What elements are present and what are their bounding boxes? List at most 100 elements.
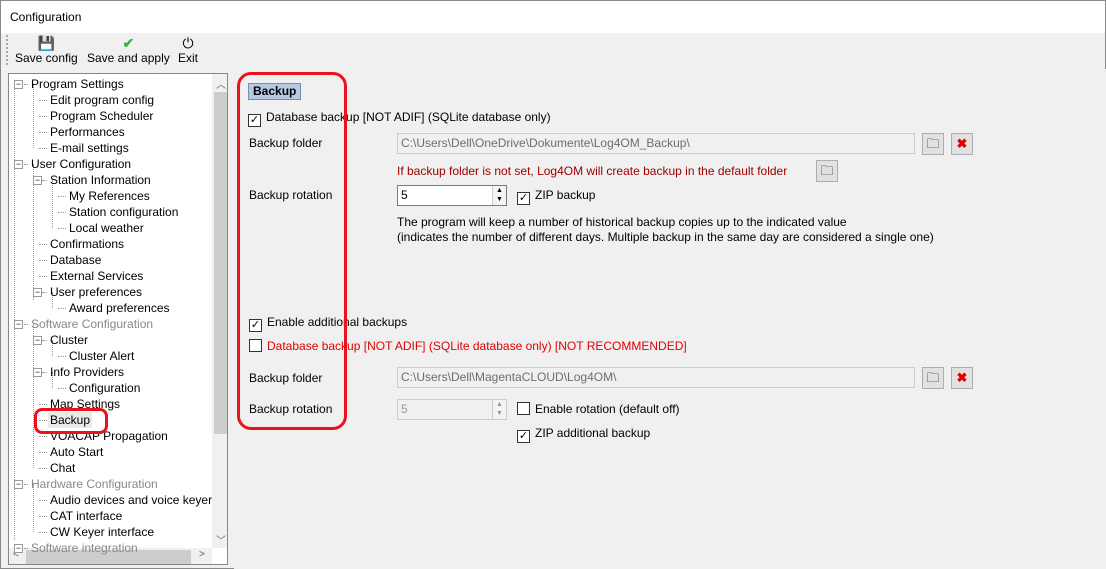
exit-button[interactable]: ⏻ Exit [178,35,198,65]
window-title: Configuration [1,1,1105,33]
tree-item[interactable]: CAT interface [50,508,122,524]
checkmark-icon: ✔ [122,35,135,51]
tree-item[interactable]: Edit program config [50,92,154,108]
tree-item[interactable]: CW Keyer interface [50,524,154,540]
tree-connector [58,228,66,229]
collapse-icon[interactable]: − [14,80,23,89]
tree-connector [39,500,47,501]
save-config-button[interactable]: 💾 Save config [15,35,78,65]
tree-item[interactable]: External Services [50,268,143,284]
scroll-down-icon[interactable]: ﹀ [216,532,226,547]
settings-tree[interactable]: ︿ ﹀ < > − Program Settings Edit program conf… [8,73,228,565]
spin-arrows-icon[interactable]: ▲ ▼ [492,400,506,419]
tree-item[interactable]: Hardware Configuration [31,476,158,492]
tree-item[interactable]: Program Settings [31,76,124,92]
tree-item[interactable]: Cluster [50,332,88,348]
collapse-icon[interactable]: − [14,160,23,169]
annotation-highlight-labels [237,72,347,430]
tree-connector [43,340,47,341]
tree-item[interactable]: E-mail settings [50,140,129,156]
tree-item[interactable]: User Configuration [31,156,131,172]
folder-icon: 🗀 [926,370,940,385]
save-and-apply-button[interactable]: ✔ Save and apply [87,35,170,65]
tree-item[interactable]: Local weather [69,220,144,236]
folder-icon: 🗀 [926,136,940,151]
browse-folder-button[interactable]: 🗀 [922,133,944,155]
tree-connector [24,324,28,325]
open-default-folder-button[interactable]: 🗀 [816,160,838,182]
tree-connector [58,308,66,309]
collapse-icon[interactable]: − [33,288,42,297]
rotation-info-line1: The program will keep a number of histor… [397,215,847,229]
tree-vertical-scrollbar[interactable]: ︿ ﹀ [212,74,227,548]
power-icon: ⏻ [182,35,194,51]
tree-connector [39,436,47,437]
collapse-icon[interactable]: − [33,368,42,377]
tree-connector [39,276,47,277]
tree-item[interactable]: Station configuration [69,204,178,220]
checkbox-unchecked-icon [517,402,530,415]
tree-item[interactable]: Station Information [50,172,151,188]
tree-connector [39,260,47,261]
collapse-icon[interactable]: − [14,544,23,553]
tree-item[interactable]: Award preferences [69,300,170,316]
tree-item[interactable]: Info Providers [50,364,124,380]
tree-item[interactable]: Performances [50,124,125,140]
checkbox-checked-icon: ✓ [517,192,530,205]
collapse-icon[interactable]: − [14,320,23,329]
zip-backup-checkbox[interactable]: ✓ ZIP backup [517,188,595,205]
zip-additional-backup-checkbox[interactable]: ✓ ZIP additional backup [517,426,650,443]
tree-item[interactable]: Configuration [69,380,140,396]
additional-browse-folder-button[interactable]: 🗀 [922,367,944,389]
tree-item[interactable]: Database [50,252,101,268]
tree-item[interactable]: Software integration [31,540,138,556]
tree-connector [24,548,28,549]
tree-connector [43,180,47,181]
collapse-icon[interactable]: − [14,480,23,489]
tree-connector [58,196,66,197]
tree-connector [39,452,47,453]
tree-connector [39,532,47,533]
tree-item[interactable]: My References [69,188,150,204]
tree-item[interactable]: Program Scheduler [50,108,153,124]
tree-connector [39,244,47,245]
backup-panel: Backup ✓ Database backup [NOT ADIF] (SQLi… [234,69,1106,569]
tree-item[interactable]: User preferences [50,284,142,300]
backup-rotation-stepper[interactable]: 5 ▲ ▼ [397,185,507,206]
tree-item[interactable]: Software Configuration [31,316,153,332]
additional-clear-folder-button[interactable]: ✖ [951,367,973,389]
configuration-window: Configuration 💾 Save config ✔ Save and app… [0,0,1106,569]
scroll-thumb[interactable] [214,92,227,434]
scroll-up-icon[interactable]: ︿ [216,76,226,91]
clear-folder-button[interactable]: ✖ [951,133,973,155]
tree-connector [58,356,66,357]
additional-backup-rotation-stepper[interactable]: 5 ▲ ▼ [397,399,507,420]
annotation-highlight-backup-item [34,408,108,434]
scroll-right-icon[interactable]: > [199,549,205,560]
collapse-icon[interactable]: − [33,176,42,185]
tree-connector [58,388,66,389]
tree-connector [33,180,34,284]
spin-arrows-icon[interactable]: ▲ ▼ [492,186,506,205]
tree-connector [39,468,47,469]
tree-item[interactable]: Auto Start [50,444,103,460]
tree-item[interactable]: Audio devices and voice keyer [50,492,212,508]
floppy-disk-icon: 💾 [37,35,56,51]
tree-item[interactable]: Confirmations [50,236,124,252]
toolbar: 💾 Save config ✔ Save and apply ⏻ Exit [1,33,1105,69]
tree-connector [39,516,47,517]
tree-connector [24,84,28,85]
tree-connector [14,84,15,540]
additional-backup-folder-input[interactable]: C:\Users\Dell\MagentaCLOUD\Log4OM\ [397,367,915,388]
tree-connector [24,164,28,165]
tree-connector [24,484,28,485]
red-x-icon: ✖ [956,136,968,151]
collapse-icon[interactable]: − [33,336,42,345]
tree-connector [39,116,47,117]
backup-folder-input[interactable]: C:\Users\Dell\OneDrive\Dokumente\Log4OM_… [397,133,915,154]
enable-rotation-checkbox[interactable]: Enable rotation (default off) [517,402,680,416]
tree-item[interactable]: Cluster Alert [69,348,134,364]
tree-connector [39,132,47,133]
tree-item[interactable]: Chat [50,460,75,476]
toolbar-grip[interactable] [6,35,8,65]
